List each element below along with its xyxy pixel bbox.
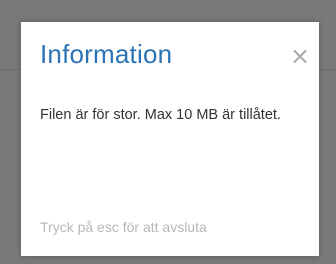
dialog-title: Information (40, 39, 173, 69)
dialog-hint: Tryck på esc för att avsluta (40, 219, 207, 235)
information-dialog: Information × Filen är för stor. Max 10 … (21, 22, 319, 256)
close-icon[interactable]: × (288, 44, 312, 68)
dialog-message: Filen är för stor. Max 10 MB är tillåtet… (40, 107, 281, 123)
